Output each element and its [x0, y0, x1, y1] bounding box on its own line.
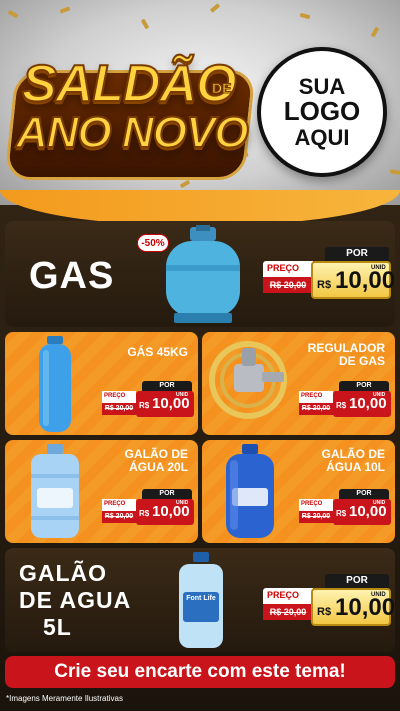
- title-line-1: SALDÃO: [21, 54, 238, 114]
- por-label: POR: [325, 247, 389, 261]
- preco-text: PREÇO: [267, 590, 300, 600]
- unit: UNID: [371, 592, 386, 598]
- header-banner: SALDÃO DE ANO NOVO SUA LOGO AQUI: [0, 0, 400, 205]
- confetti-decor: [7, 9, 19, 19]
- gas-regulator-image: [209, 341, 287, 419]
- price-tag: POR PREÇO R$ 20,00 R$ 10,00 UNID: [299, 489, 391, 529]
- water-jug-10l-image: [226, 444, 274, 538]
- por-label: POR: [339, 381, 389, 391]
- old-price: R$ 20,00: [263, 277, 313, 293]
- new-price: R$ 10,00 UNID: [311, 261, 395, 299]
- logo-placeholder: SUA LOGO AQUI: [257, 47, 387, 177]
- confetti-decor: [140, 18, 150, 30]
- logo-line-2: LOGO: [283, 96, 361, 127]
- product-card-galao-10l: GALÃO DE ÁGUA 10L POR PREÇO R$ 20,00 R$ …: [202, 440, 395, 543]
- currency: R$: [336, 401, 347, 410]
- flyer-page: SALDÃO DE ANO NOVO SUA LOGO AQUI GAS -50…: [0, 0, 400, 711]
- product-card-regulador: REGULADOR DE GAS POR PREÇO R$ 20,00 R$ 1…: [202, 332, 395, 435]
- gas-cylinder-image: [166, 225, 240, 323]
- title-de: DE: [211, 80, 232, 97]
- preco-text: PREÇO: [301, 501, 323, 507]
- confetti-decor: [299, 12, 311, 20]
- preco-text: PREÇO: [301, 393, 323, 399]
- product-name-line-2: ÁGUA 20L: [129, 460, 188, 475]
- product-card-galao-20l: GALÃO DE ÁGUA 20L POR PREÇO R$ 20,00 R$ …: [5, 440, 198, 543]
- new-price: R$ 10,00 UNID: [311, 588, 395, 626]
- product-name-line-1: GÁS 45KG: [127, 345, 188, 359]
- por-label: POR: [325, 574, 389, 588]
- product-card-gas-45kg: GÁS 45KG POR PREÇO R$ 20,00 R$ 10,00 UNI…: [5, 332, 198, 435]
- new-price: R$ 10,00 UNID: [136, 499, 194, 525]
- product-name: GÁS 45KG: [127, 345, 188, 359]
- preco-text: PREÇO: [104, 393, 126, 399]
- bottom-name-line-1: GALÃO: [19, 560, 108, 586]
- product-name-line-2: DE GAS: [338, 354, 385, 369]
- old-price: R$ 20,00: [102, 403, 136, 415]
- preco-text: PREÇO: [104, 501, 126, 507]
- confetti-decor: [59, 6, 71, 14]
- bottle-label: Font Life: [186, 595, 216, 602]
- old-price: R$ 20,00: [299, 403, 333, 415]
- water-jug-20l-image: [31, 444, 79, 538]
- price-value: 10,00: [335, 594, 396, 621]
- product-name: REGULADOR DE GAS: [308, 341, 385, 369]
- currency: R$: [139, 509, 150, 518]
- logo-line-1: SUA: [298, 74, 346, 100]
- product-name-line-2: ÁGUA 10L: [326, 460, 385, 475]
- new-price: R$ 10,00 UNID: [136, 391, 194, 417]
- cta-banner[interactable]: Crie seu encarte com este tema!: [5, 656, 395, 688]
- footnote: *Imagens Meramente Ilustrativas: [6, 694, 123, 703]
- unit: UNID: [373, 500, 386, 506]
- por-label: POR: [142, 489, 192, 499]
- price-value: 10,00: [335, 267, 396, 294]
- sale-title: SALDÃO DE ANO NOVO: [4, 40, 256, 180]
- unit: UNID: [176, 500, 189, 506]
- discount-badge: -50%: [137, 234, 169, 252]
- gas-45kg-cylinder-image: [39, 336, 71, 432]
- confetti-decor: [209, 3, 221, 13]
- preco-label: PREÇO: [102, 391, 136, 403]
- currency: R$: [317, 279, 332, 291]
- preco-label: PREÇO: [263, 588, 313, 604]
- currency: R$: [317, 606, 332, 618]
- confetti-decor: [179, 179, 191, 189]
- featured-price-tag: POR PREÇO R$ 20,00 R$ 10,00 UNID: [263, 247, 395, 303]
- logo-line-3: AQUI: [294, 124, 350, 150]
- title-line-2: ANO NOVO: [15, 107, 250, 158]
- new-price: R$ 10,00 UNID: [333, 391, 391, 417]
- confetti-decor: [370, 26, 380, 38]
- preco-text: PREÇO: [267, 263, 300, 273]
- bottom-name-line-2: DE AGUA: [19, 587, 132, 613]
- bottom-name-line-3: 5L: [43, 614, 72, 640]
- bottom-price-tag: POR PREÇO R$ 20,00 R$ 10,00 UNID: [263, 574, 395, 630]
- unit: UNID: [176, 392, 189, 398]
- por-label: POR: [339, 489, 389, 499]
- confetti-decor: [389, 169, 400, 175]
- old-price: R$ 20,00: [299, 511, 333, 523]
- preco-label: PREÇO: [299, 499, 333, 511]
- price-tag: POR PREÇO R$ 20,00 R$ 10,00 UNID: [299, 381, 391, 421]
- old-price: R$ 20,00: [102, 511, 136, 523]
- currency: R$: [139, 401, 150, 410]
- price-tag: POR PREÇO R$ 20,00 R$ 10,00 UNID: [102, 381, 194, 421]
- unit: UNID: [373, 392, 386, 398]
- por-label: POR: [142, 381, 192, 391]
- bottom-feature-name: GALÃO DE AGUA 5L: [19, 560, 131, 641]
- featured-name: GAS: [29, 255, 115, 297]
- old-price: R$ 20,00: [263, 604, 313, 620]
- preco-label: PREÇO: [299, 391, 333, 403]
- preco-label: PREÇO: [102, 499, 136, 511]
- currency: R$: [336, 509, 347, 518]
- unit: UNID: [371, 265, 386, 271]
- preco-label: PREÇO: [263, 261, 313, 277]
- product-name: GALÃO DE ÁGUA 20L: [125, 447, 188, 475]
- price-tag: POR PREÇO R$ 20,00 R$ 10,00 UNID: [102, 489, 194, 529]
- new-price: R$ 10,00 UNID: [333, 499, 391, 525]
- product-name: GALÃO DE ÁGUA 10L: [322, 447, 385, 475]
